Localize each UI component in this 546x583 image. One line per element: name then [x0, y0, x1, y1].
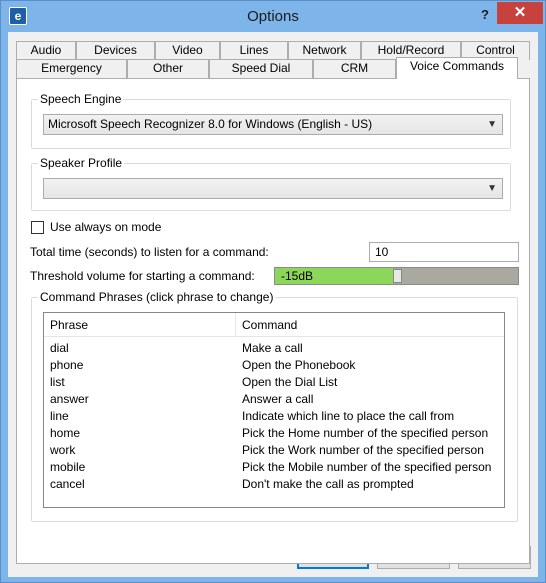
phrase-cell[interactable]: work [50, 442, 75, 459]
command-phrases-label: Command Phrases (click phrase to change) [38, 290, 276, 304]
speech-engine-group: Speech Engine Microsoft Speech Recognize… [31, 92, 511, 149]
tab-network[interactable]: Network [288, 41, 361, 60]
speaker-profile-label: Speaker Profile [38, 156, 125, 170]
phrase-cell[interactable]: answer [50, 391, 89, 408]
list-item[interactable]: list Open the Dial List [44, 374, 504, 391]
phrase-cell[interactable]: cancel [50, 476, 85, 493]
tab-devices[interactable]: Devices [76, 41, 155, 60]
speech-engine-label: Speech Engine [38, 92, 124, 106]
list-item[interactable]: phone Open the Phonebook [44, 357, 504, 374]
column-header-command[interactable]: Command [236, 313, 504, 337]
tab-video[interactable]: Video [155, 41, 220, 60]
column-header-phrase[interactable]: Phrase [44, 313, 236, 337]
speech-engine-select[interactable]: Microsoft Speech Recognizer 8.0 for Wind… [43, 114, 503, 135]
close-icon[interactable]: ✕ [497, 2, 543, 24]
dialog-client-area: Audio Devices Video Lines Network Hold/R… [8, 32, 538, 577]
list-item[interactable]: home Pick the Home number of the specifie… [44, 425, 504, 442]
phrase-cell[interactable]: home [50, 425, 80, 442]
always-on-checkbox[interactable] [31, 221, 44, 234]
tab-audio[interactable]: Audio [16, 41, 76, 60]
list-item[interactable]: answer Answer a call [44, 391, 504, 408]
command-cell: Indicate which line to place the call fr… [242, 409, 455, 423]
speaker-profile-group: Speaker Profile ▼ [31, 156, 511, 211]
threshold-slider[interactable]: -15dB [274, 267, 519, 285]
command-cell: Pick the Mobile number of the specified … [242, 460, 492, 474]
list-item[interactable]: mobile Pick the Mobile number of the spec… [44, 459, 504, 476]
title-bar[interactable]: e Options ? ✕ [1, 1, 545, 32]
tab-crm[interactable]: CRM [313, 59, 396, 78]
list-item[interactable]: dial Make a call [44, 340, 504, 357]
list-item[interactable]: cancel Don't make the call as prompted [44, 476, 504, 493]
speech-engine-value: Microsoft Speech Recognizer 8.0 for Wind… [48, 117, 373, 131]
command-cell: Open the Phonebook [242, 358, 356, 372]
listen-time-input[interactable]: 10 [369, 242, 519, 262]
always-on-label: Use always on mode [50, 220, 162, 234]
chevron-down-icon: ▼ [487, 183, 497, 194]
list-item[interactable]: line Indicate which line to place the cal… [44, 408, 504, 425]
threshold-slider-handle[interactable] [393, 269, 402, 283]
phrase-cell[interactable]: list [50, 374, 65, 391]
tab-other[interactable]: Other [127, 59, 209, 78]
speaker-profile-select[interactable]: ▼ [43, 178, 503, 199]
threshold-value: -15dB [281, 269, 314, 283]
phrase-cell[interactable]: dial [50, 340, 69, 357]
command-phrases-group: Command Phrases (click phrase to change)… [31, 290, 518, 522]
phrase-cell[interactable]: mobile [50, 459, 85, 476]
tab-emergency[interactable]: Emergency [16, 59, 127, 78]
command-cell: Open the Dial List [242, 375, 338, 389]
voice-commands-panel: Speech Engine Microsoft Speech Recognize… [16, 78, 530, 564]
list-header: Phrase Command [44, 313, 504, 337]
threshold-label: Threshold volume for starting a command: [30, 269, 255, 283]
tab-voice-commands[interactable]: Voice Commands [396, 57, 518, 79]
list-item[interactable]: work Pick the Work number of the specifie… [44, 442, 504, 459]
phrase-cell[interactable]: line [50, 408, 69, 425]
options-window: e Options ? ✕ Audio Devices Video Lines … [0, 0, 546, 583]
help-icon[interactable]: ? [475, 5, 495, 25]
listen-time-label: Total time (seconds) to listen for a com… [30, 245, 269, 259]
tab-lines[interactable]: Lines [220, 41, 288, 60]
chevron-down-icon: ▼ [487, 119, 497, 130]
phrase-cell[interactable]: phone [50, 357, 83, 374]
command-cell: Make a call [242, 341, 303, 355]
command-phrases-list[interactable]: Phrase Command dial Make a call phone Open … [43, 312, 505, 508]
tab-speed-dial[interactable]: Speed Dial [209, 59, 313, 78]
window-title: Options [247, 8, 299, 25]
command-cell: Pick the Home number of the specified pe… [242, 426, 489, 440]
command-cell: Don't make the call as prompted [242, 477, 414, 491]
command-cell: Pick the Work number of the specified pe… [242, 443, 484, 457]
command-cell: Answer a call [242, 392, 314, 406]
